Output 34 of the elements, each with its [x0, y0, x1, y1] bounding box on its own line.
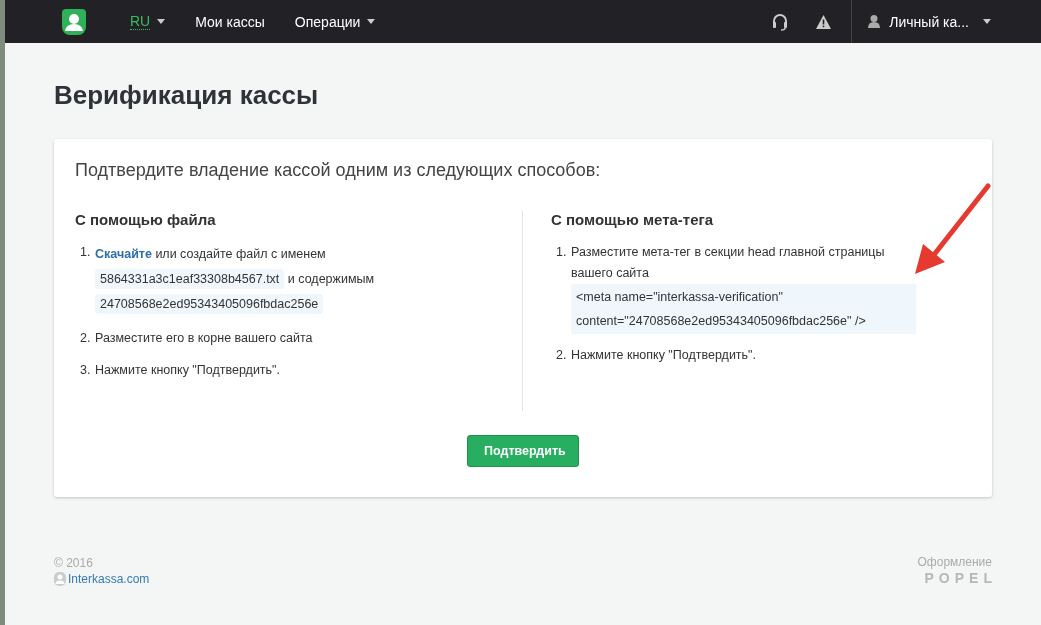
step-number: 2.	[556, 347, 568, 364]
warning-icon[interactable]	[816, 14, 832, 29]
caret-icon	[157, 19, 166, 24]
step-text: и содержимым	[287, 272, 375, 286]
design-label: Оформление	[917, 554, 992, 570]
site-link[interactable]: Interkassa.com	[68, 572, 150, 586]
avatar-icon	[54, 572, 66, 586]
method-heading: С помощью файла	[75, 211, 217, 228]
step-number: 3.	[80, 362, 92, 379]
caret-icon	[367, 19, 376, 24]
meta-tag-code: <meta name="interkassa-verification" content="24708568e2ed95343405096fbdac256e" />	[571, 284, 916, 334]
card-intro: Подтвердите владение кассой одним из следующих способов:	[75, 159, 602, 181]
download-link[interactable]: Скачайте	[95, 247, 152, 261]
caret-icon	[983, 19, 991, 24]
step-text: или создайте файл с именем	[155, 247, 326, 261]
logo-icon[interactable]	[62, 8, 86, 35]
copyright-text: © 2016	[54, 555, 94, 572]
method-heading: С помощью мета-тега	[551, 211, 715, 228]
filename-code: 5864331a3c1eaf33308b4567.txt	[95, 269, 285, 289]
content-code: 24708568e2ed95343405096fbdac256e	[95, 294, 324, 314]
step-text: Разместите мета-тег в секции head главной страницы вашего сайта	[571, 245, 885, 280]
step-text: Нажмите кнопку "Подтвердить".	[95, 363, 280, 377]
headset-icon[interactable]	[772, 12, 789, 31]
step-text: Нажмите кнопку "Подтвердить".	[571, 348, 756, 362]
account-menu[interactable]: Личный ка...	[868, 13, 991, 30]
step-number: 1.	[80, 244, 92, 261]
nav-link[interactable]: Мои кассы	[195, 13, 265, 30]
step-text: Разместите его в корне вашего сайта	[95, 331, 313, 345]
step-number: 2.	[80, 330, 92, 347]
step-number: 1.	[556, 244, 568, 261]
user-icon	[868, 15, 881, 28]
language-dropdown[interactable]: RU	[130, 13, 166, 30]
nav-link[interactable]: Операции	[294, 13, 376, 30]
page-title: Верификация кассы	[54, 80, 320, 110]
